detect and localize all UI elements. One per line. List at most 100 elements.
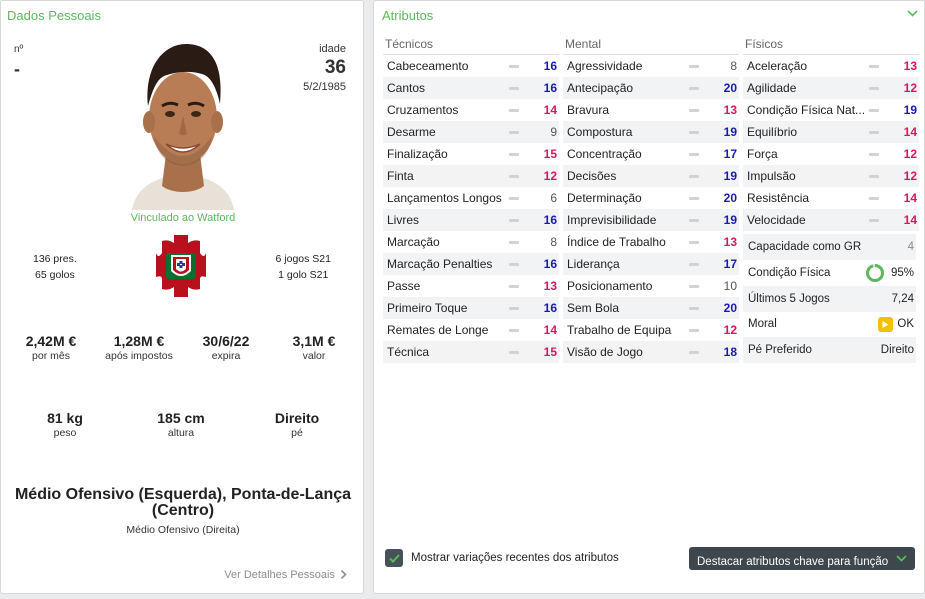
trend-dash-icon: [869, 86, 879, 90]
personal-panel-title[interactable]: Dados Pessoais: [7, 8, 101, 23]
attribute-row-passe[interactable]: Passe 13: [383, 275, 559, 297]
attribute-value: 12: [723, 323, 737, 337]
highlight-role-attributes-button[interactable]: Destacar atributos chave para função: [689, 547, 915, 570]
secondary-positions: Médio Ofensivo (Direita): [126, 524, 240, 536]
attribute-row-forca[interactable]: Força 12: [743, 143, 919, 165]
attribute-row-velocidade[interactable]: Velocidade 14: [743, 209, 919, 231]
attribute-name: Técnica: [387, 345, 430, 359]
season-games: 6 jogos S21: [275, 253, 331, 265]
attribute-row-cruzamentos[interactable]: Cruzamentos 14: [383, 99, 559, 121]
portugal-federation-crest[interactable]: [154, 233, 208, 299]
attribute-name: Determinação: [567, 191, 642, 205]
morale-row[interactable]: Moral OK: [743, 311, 916, 337]
attribute-row-agilidade[interactable]: Agilidade 12: [743, 77, 919, 99]
foot-value: Direito: [274, 410, 320, 426]
fitness-row[interactable]: Condição Física 95%: [743, 260, 916, 286]
last-5-games-label: Últimos 5 Jogos: [748, 293, 830, 305]
attribute-row-cantos[interactable]: Cantos 16: [383, 77, 559, 99]
physical-header: Físicos: [743, 37, 919, 55]
attribute-row-antecipacao[interactable]: Antecipação 20: [563, 77, 739, 99]
attribute-row-marcacao-penalties[interactable]: Marcação Penalties 16: [383, 253, 559, 275]
fitness-label: Condição Física: [748, 267, 831, 279]
attribute-row-lideranca[interactable]: Liderança 17: [563, 253, 739, 275]
attribute-row-compostura[interactable]: Compostura 19: [563, 121, 739, 143]
attribute-name: Finta: [387, 169, 414, 183]
value-label: valor: [302, 350, 326, 362]
attribute-name: Passe: [387, 279, 421, 293]
attribute-row-livres[interactable]: Livres 16: [383, 209, 559, 231]
attribute-row-sem-bola[interactable]: Sem Bola 20: [563, 297, 739, 319]
height-label: altura: [167, 427, 195, 439]
preferred-foot-label: Pé Preferido: [748, 344, 812, 356]
attribute-name: Resistência: [747, 191, 810, 205]
preferred-foot-row[interactable]: Pé Preferido Direito: [743, 337, 916, 363]
attribute-row-imprevisibilidade[interactable]: Imprevisibilidade 19: [563, 209, 739, 231]
trend-dash-icon: [689, 86, 699, 90]
trend-dash-icon: [689, 108, 699, 112]
attribute-name: Compostura: [567, 125, 633, 139]
wage-label: por mês: [32, 350, 70, 362]
international-caps: 136 pres. 65 golos: [33, 251, 77, 283]
attribute-row-primeiro-toque[interactable]: Primeiro Toque 16: [383, 297, 559, 319]
trend-dash-icon: [689, 64, 699, 68]
chevron-right-icon: [340, 569, 347, 580]
contract-status[interactable]: Vinculado ao Watford: [1, 212, 365, 224]
last-5-games-row[interactable]: Últimos 5 Jogos 7,24: [743, 286, 916, 312]
attribute-value: 16: [543, 257, 557, 271]
attribute-row-resistencia[interactable]: Resistência 14: [743, 187, 919, 209]
attribute-row-decisoes[interactable]: Decisões 19: [563, 165, 739, 187]
chevron-down-icon[interactable]: [907, 10, 918, 17]
attribute-row-equilibrio[interactable]: Equilíbrio 14: [743, 121, 919, 143]
attribute-value: 18: [723, 345, 737, 359]
last-5-games-value: 7,24: [891, 293, 914, 305]
show-changes-checkbox[interactable]: [385, 549, 403, 567]
attribute-row-cabeceamento[interactable]: Cabeceamento 16: [383, 55, 559, 77]
attribute-value: 9: [550, 125, 557, 139]
attribute-value: 16: [543, 301, 557, 315]
attribute-row-determinacao[interactable]: Determinação 20: [563, 187, 739, 209]
after-tax-label: após impostos: [105, 350, 173, 362]
attribute-value: 14: [903, 213, 917, 227]
attribute-row-remates-de-longe[interactable]: Remates de Longe 14: [383, 319, 559, 341]
attribute-row-impulsao[interactable]: Impulsão 12: [743, 165, 919, 187]
attribute-name: Concentração: [567, 147, 642, 161]
expiry-label: expira: [211, 350, 241, 362]
morale-arrow-icon: [878, 316, 894, 332]
attribute-row-visao-de-jogo[interactable]: Visão de Jogo 18: [563, 341, 739, 363]
attribute-row-desarme[interactable]: Desarme 9: [383, 121, 559, 143]
attribute-row-finalizacao[interactable]: Finalização 15: [383, 143, 559, 165]
attribute-row-aceleracao[interactable]: Aceleração 13: [743, 55, 919, 77]
trend-dash-icon: [689, 152, 699, 156]
attribute-name: Velocidade: [747, 213, 806, 227]
attribute-row-trabalho-de-equipa[interactable]: Trabalho de Equipa 12: [563, 319, 739, 341]
attribute-row-finta[interactable]: Finta 12: [383, 165, 559, 187]
view-personal-details-link[interactable]: Ver Detalhes Pessoais: [224, 569, 347, 581]
show-changes-toggle[interactable]: Mostrar variações recentes dos atributos: [385, 549, 619, 567]
trend-dash-icon: [509, 86, 519, 90]
attribute-row-indice-de-trabalho[interactable]: Índice de Trabalho 13: [563, 231, 739, 253]
attribute-row-agressividade[interactable]: Agressividade 8: [563, 55, 739, 77]
trend-dash-icon: [509, 328, 519, 332]
wage-after-tax: 1,28M € após impostos: [99, 333, 179, 362]
attribute-name: Equilíbrio: [747, 125, 798, 139]
attribute-value: 13: [543, 279, 557, 293]
attribute-name: Remates de Longe: [387, 323, 489, 337]
attribute-name: Agilidade: [747, 81, 797, 95]
attribute-name: Visão de Jogo: [567, 345, 643, 359]
attribute-row-condicao-fisica-nat[interactable]: Condição Física Nat... 19: [743, 99, 919, 121]
attribute-row-lancamentos-longos[interactable]: Lançamentos Longos 6: [383, 187, 559, 209]
attribute-row-posicionamento[interactable]: Posicionamento 10: [563, 275, 739, 297]
personal-details-panel: Dados Pessoais nº - idade 36 5/2/1985 Vi…: [0, 0, 364, 594]
attribute-row-concentracao[interactable]: Concentração 17: [563, 143, 739, 165]
trend-dash-icon: [689, 306, 699, 310]
attribute-row-marcacao[interactable]: Marcação 8: [383, 231, 559, 253]
attributes-panel-title[interactable]: Atributos: [382, 8, 433, 23]
gk-ability-row[interactable]: Capacidade como GR 4: [743, 234, 916, 260]
trend-dash-icon: [509, 130, 519, 134]
preferred-foot-value: Direito: [880, 344, 914, 356]
squad-number-label: nº: [14, 44, 24, 55]
attribute-row-tecnica[interactable]: Técnica 15: [383, 341, 559, 363]
attribute-row-bravura[interactable]: Bravura 13: [563, 99, 739, 121]
attribute-name: Impulsão: [747, 169, 796, 183]
season-stats: 6 jogos S21 1 golo S21: [276, 251, 331, 283]
